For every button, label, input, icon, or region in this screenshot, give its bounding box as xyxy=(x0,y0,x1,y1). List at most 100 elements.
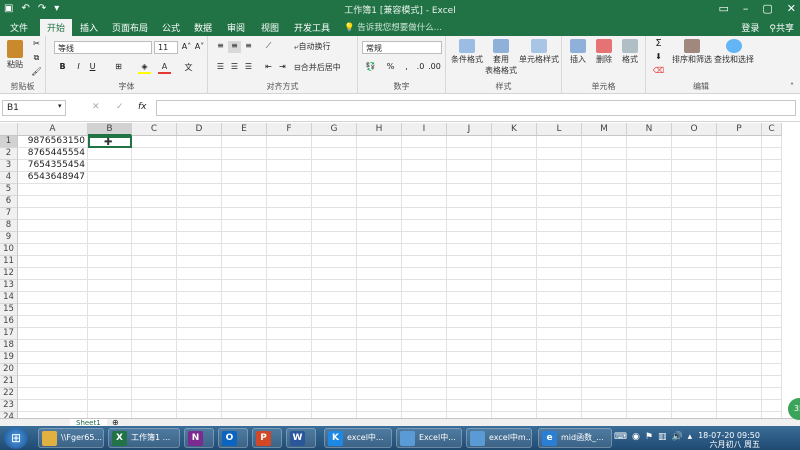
format-cells-button[interactable]: 格式 xyxy=(618,39,642,65)
cell[interactable] xyxy=(267,304,312,316)
row-header[interactable]: 9 xyxy=(0,232,18,244)
cell[interactable] xyxy=(132,292,177,304)
format-as-table-button[interactable]: 套用 表格格式 xyxy=(484,39,518,76)
row-header[interactable]: 13 xyxy=(0,280,18,292)
find-select-button[interactable]: 查找和选择 xyxy=(714,39,754,65)
row-header[interactable]: 23 xyxy=(0,400,18,412)
enter-entry-icon[interactable]: ✓ xyxy=(116,102,124,112)
clock[interactable]: 18-07-20 09:50 六月初八 周五 xyxy=(698,431,760,449)
cell[interactable] xyxy=(267,292,312,304)
column-header[interactable]: J xyxy=(447,123,492,136)
align-bottom-icon[interactable]: ≡ xyxy=(242,41,255,53)
cell[interactable] xyxy=(627,280,672,292)
cell[interactable] xyxy=(177,328,222,340)
cell[interactable] xyxy=(222,364,267,376)
cell[interactable] xyxy=(627,388,672,400)
cell[interactable] xyxy=(402,220,447,232)
column-header[interactable]: C xyxy=(132,123,177,136)
cell[interactable] xyxy=(88,184,132,196)
name-box[interactable]: B1 xyxy=(2,100,66,116)
cell[interactable] xyxy=(357,220,402,232)
cell[interactable] xyxy=(267,136,312,148)
cell[interactable] xyxy=(447,268,492,280)
cell[interactable] xyxy=(672,196,717,208)
cell[interactable] xyxy=(18,244,88,256)
taskbar-app-button[interactable]: Excel中... xyxy=(396,428,462,448)
cell[interactable] xyxy=(402,292,447,304)
cell[interactable] xyxy=(402,376,447,388)
cell[interactable] xyxy=(132,280,177,292)
cell[interactable] xyxy=(537,172,582,184)
cell[interactable] xyxy=(402,400,447,412)
cell[interactable] xyxy=(132,328,177,340)
column-header[interactable]: G xyxy=(312,123,357,136)
cell[interactable] xyxy=(402,244,447,256)
cell[interactable] xyxy=(312,292,357,304)
cell[interactable] xyxy=(177,244,222,256)
cell[interactable] xyxy=(672,364,717,376)
cell[interactable] xyxy=(717,196,762,208)
cell[interactable] xyxy=(402,172,447,184)
cell[interactable] xyxy=(717,256,762,268)
cell[interactable] xyxy=(88,148,132,160)
row-header[interactable]: 16 xyxy=(0,316,18,328)
tab-page-layout[interactable]: 页面布局 xyxy=(112,21,148,34)
column-header[interactable]: C xyxy=(762,123,782,136)
increase-font-icon[interactable]: A˄ xyxy=(180,42,193,54)
cell[interactable] xyxy=(762,148,782,160)
cell[interactable] xyxy=(18,316,88,328)
cell[interactable] xyxy=(357,304,402,316)
cell[interactable] xyxy=(492,196,537,208)
tray-expand-icon[interactable]: ▴ xyxy=(688,432,693,442)
cell[interactable] xyxy=(222,376,267,388)
cell[interactable] xyxy=(582,316,627,328)
cell[interactable] xyxy=(312,232,357,244)
cell[interactable] xyxy=(222,316,267,328)
increase-decimal-icon[interactable]: .0 xyxy=(414,62,427,74)
cell[interactable] xyxy=(177,268,222,280)
tray-app-icon[interactable]: ◉ xyxy=(632,432,640,442)
cell[interactable] xyxy=(357,400,402,412)
cell[interactable] xyxy=(447,196,492,208)
cell[interactable] xyxy=(402,196,447,208)
cell[interactable] xyxy=(447,292,492,304)
column-header[interactable]: O xyxy=(672,123,717,136)
tab-formulas[interactable]: 公式 xyxy=(162,21,180,34)
cell[interactable] xyxy=(492,148,537,160)
cell[interactable] xyxy=(402,352,447,364)
row-header[interactable]: 18 xyxy=(0,340,18,352)
cell[interactable] xyxy=(267,196,312,208)
ribbon-options-icon[interactable]: ▭ xyxy=(718,2,728,15)
cell[interactable] xyxy=(312,244,357,256)
cell[interactable] xyxy=(627,364,672,376)
cell[interactable] xyxy=(132,352,177,364)
cell[interactable] xyxy=(627,376,672,388)
cell[interactable] xyxy=(177,184,222,196)
cell[interactable] xyxy=(492,328,537,340)
taskbar-app-button[interactable]: W xyxy=(286,428,316,448)
cell[interactable] xyxy=(627,196,672,208)
cell[interactable]: 6543648947 xyxy=(18,172,88,184)
cell[interactable] xyxy=(447,160,492,172)
taskbar-app-button[interactable]: P xyxy=(252,428,282,448)
decrease-font-icon[interactable]: A˅ xyxy=(193,42,206,54)
cell[interactable] xyxy=(717,184,762,196)
cell[interactable] xyxy=(267,376,312,388)
cell[interactable] xyxy=(222,196,267,208)
cell[interactable] xyxy=(447,136,492,148)
cell[interactable] xyxy=(582,268,627,280)
cell[interactable] xyxy=(88,196,132,208)
cell[interactable] xyxy=(582,172,627,184)
cell[interactable] xyxy=(762,280,782,292)
paste-button[interactable]: 粘贴 xyxy=(4,40,26,70)
font-size-select[interactable]: 11 xyxy=(154,41,178,54)
cell[interactable] xyxy=(717,400,762,412)
cell[interactable] xyxy=(18,352,88,364)
cell[interactable] xyxy=(537,304,582,316)
cell[interactable] xyxy=(672,328,717,340)
row-header[interactable]: 11 xyxy=(0,256,18,268)
cell[interactable] xyxy=(222,172,267,184)
cell[interactable] xyxy=(267,148,312,160)
cell[interactable] xyxy=(582,208,627,220)
cell[interactable] xyxy=(88,376,132,388)
